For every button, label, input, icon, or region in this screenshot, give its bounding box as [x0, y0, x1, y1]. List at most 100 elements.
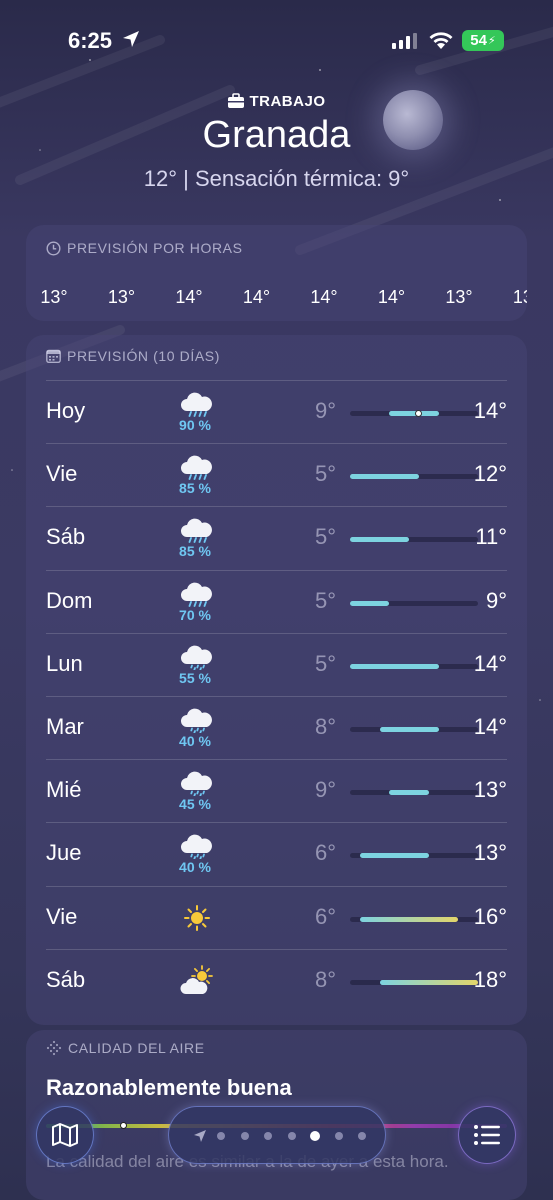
status-time: 6:25: [68, 28, 113, 53]
forecast-max-temp: 13°: [473, 840, 507, 866]
temperature-range-bar: [350, 410, 478, 417]
rain-cloud-icon: [179, 515, 215, 544]
hourly-temp: 14°: [310, 287, 338, 307]
temperature-range-fill: [350, 474, 419, 480]
hourly-forecast-label: PREVISIÓN POR HORAS: [67, 240, 243, 256]
cellular-signal-icon: [392, 33, 417, 49]
hourly-temp: 13°: [512, 287, 527, 307]
forecast-max-temp: 18°: [473, 966, 507, 992]
precipitation-probability: 55 %: [179, 669, 211, 686]
forecast-day-row[interactable]: Mié 45 % 9° 13°: [46, 759, 507, 822]
forecast-min-temp: 8°: [314, 714, 336, 739]
forecast-day-name: Sáb: [46, 524, 86, 550]
precipitation-probability: 90 %: [179, 417, 211, 433]
forecast-day-row[interactable]: Jue 40 % 6° 13°: [46, 822, 507, 885]
forecast-day-name: Dom: [46, 587, 93, 613]
forecast-day-name: Mié: [46, 777, 82, 803]
forecast-day-name: Lun: [46, 650, 83, 676]
sun-icon: [179, 902, 215, 931]
forecast-min-temp: 6°: [314, 840, 336, 866]
air-quality-label: CALIDAD DEL AIRE: [68, 1040, 205, 1056]
forecast-day-name: Sáb: [46, 966, 86, 992]
forecast-min-temp: 5°: [314, 461, 336, 487]
precipitation-probability: 40 %: [179, 733, 211, 749]
drizzle-cloud-icon: [179, 768, 215, 797]
page-dot[interactable]: [217, 1132, 225, 1140]
page-dot[interactable]: [358, 1132, 366, 1140]
forecast-day-row[interactable]: Sáb 8° 18°: [46, 948, 507, 1012]
temperature-range-fill: [379, 979, 478, 985]
temperature-range-fill: [350, 663, 439, 669]
hourly-temp: 13°: [107, 287, 136, 307]
forecast-day-row[interactable]: Hoy 90 % 9° 14°: [46, 380, 507, 443]
locations-list-button[interactable]: [458, 1106, 516, 1164]
forecast-day-row[interactable]: Sáb 85 % 5° 11°: [46, 506, 507, 569]
map-button[interactable]: [36, 1106, 94, 1164]
drizzle-cloud-icon: [179, 705, 215, 734]
clock-icon: [46, 240, 61, 256]
forecast-max-temp: 16°: [473, 903, 507, 929]
partly-cloudy-icon: [179, 964, 215, 994]
list-icon: [474, 1125, 500, 1145]
briefcase-icon: [228, 93, 245, 108]
forecast-day-row[interactable]: Vie 85 % 5° 12°: [46, 443, 507, 506]
forecast-max-temp: 11°: [475, 524, 507, 550]
page-dot[interactable]: [334, 1132, 343, 1140]
battery-level: 54: [470, 32, 487, 49]
air-quality-marker: [120, 1122, 127, 1129]
forecast-min-temp: 5°: [314, 650, 336, 676]
page-dot[interactable]: [264, 1132, 272, 1140]
wifi-icon: [429, 32, 453, 49]
ten-day-forecast-card[interactable]: PREVISIÓN (10 DÍAS) Hoy 90 % 9° 14° Vie 85 % 5…: [26, 335, 527, 1025]
location-pager[interactable]: [168, 1106, 386, 1164]
forecast-day-row[interactable]: Lun 55 % 5° 14°: [46, 632, 507, 696]
air-quality-title: CALIDAD DEL AIRE: [46, 1040, 205, 1056]
location-tag-label: TRABAJO: [249, 93, 326, 110]
rain-cloud-icon: [179, 579, 215, 607]
location-tag: TRABAJO: [0, 93, 553, 110]
ten-day-forecast-title: PREVISIÓN (10 DÍAS): [46, 348, 220, 364]
temperature-range-fill: [389, 790, 429, 796]
temperature-range-fill: [350, 537, 410, 543]
forecast-min-temp: 8°: [314, 966, 336, 992]
battery-indicator: 54 ⚡: [462, 30, 504, 51]
forecast-day-row[interactable]: Dom 70 % 5° 9°: [46, 569, 507, 633]
drizzle-cloud-icon: [179, 831, 215, 860]
forecast-min-temp: 5°: [314, 524, 336, 550]
ten-day-forecast-label: PREVISIÓN (10 DÍAS): [67, 348, 220, 364]
temperature-range-fill: [359, 916, 459, 922]
forecast-max-temp: 13°: [473, 777, 507, 803]
temperature-range-fill: [389, 411, 439, 416]
forecast-day-row[interactable]: Vie 6° 16°: [46, 885, 507, 949]
hourly-temp: 14°: [175, 287, 203, 307]
calendar-icon: [46, 349, 61, 363]
hourly-temps-row[interactable]: 13° 13° 14° 14° 14° 14° 13° 13°: [26, 287, 527, 313]
forecast-max-temp: 14°: [473, 398, 507, 423]
forecast-max-temp: 9°: [485, 587, 507, 613]
air-quality-status: Razonablemente buena: [46, 1075, 292, 1100]
temperature-range-bar: [350, 853, 478, 859]
current-conditions: 12° | Sensación térmica: 9°: [143, 166, 410, 191]
page-dot[interactable]: [287, 1132, 296, 1140]
map-icon: [52, 1123, 78, 1147]
forecast-max-temp: 14°: [473, 650, 507, 676]
temperature-range-bar: [350, 727, 478, 732]
forecast-max-temp: 14°: [473, 714, 507, 739]
forecast-max-temp: 12°: [473, 461, 507, 487]
forecast-day-row[interactable]: Mar 40 % 8° 14°: [46, 696, 507, 759]
forecast-day-name: Mar: [46, 714, 84, 739]
temperature-range-bar: [350, 790, 478, 796]
page-dot-active[interactable]: [310, 1131, 320, 1141]
forecast-day-name: Vie: [46, 903, 78, 929]
page-dot[interactable]: [240, 1132, 249, 1140]
hourly-temp: 14°: [377, 287, 406, 307]
hourly-temp: 13°: [445, 287, 473, 307]
temperature-range-fill: [350, 600, 390, 606]
hourly-forecast-title: PREVISIÓN POR HORAS: [46, 240, 243, 256]
hourly-temp: 13°: [40, 287, 68, 307]
temperature-range-bar: [350, 600, 478, 606]
temperature-range-bar: [350, 537, 478, 543]
status-bar: 6:25 54 ⚡: [0, 0, 553, 80]
hourly-forecast-card[interactable]: PREVISIÓN POR HORAS 13° 13° 14° 14° 14° 14° 13…: [26, 225, 527, 321]
forecast-day-name: Vie: [46, 461, 78, 487]
